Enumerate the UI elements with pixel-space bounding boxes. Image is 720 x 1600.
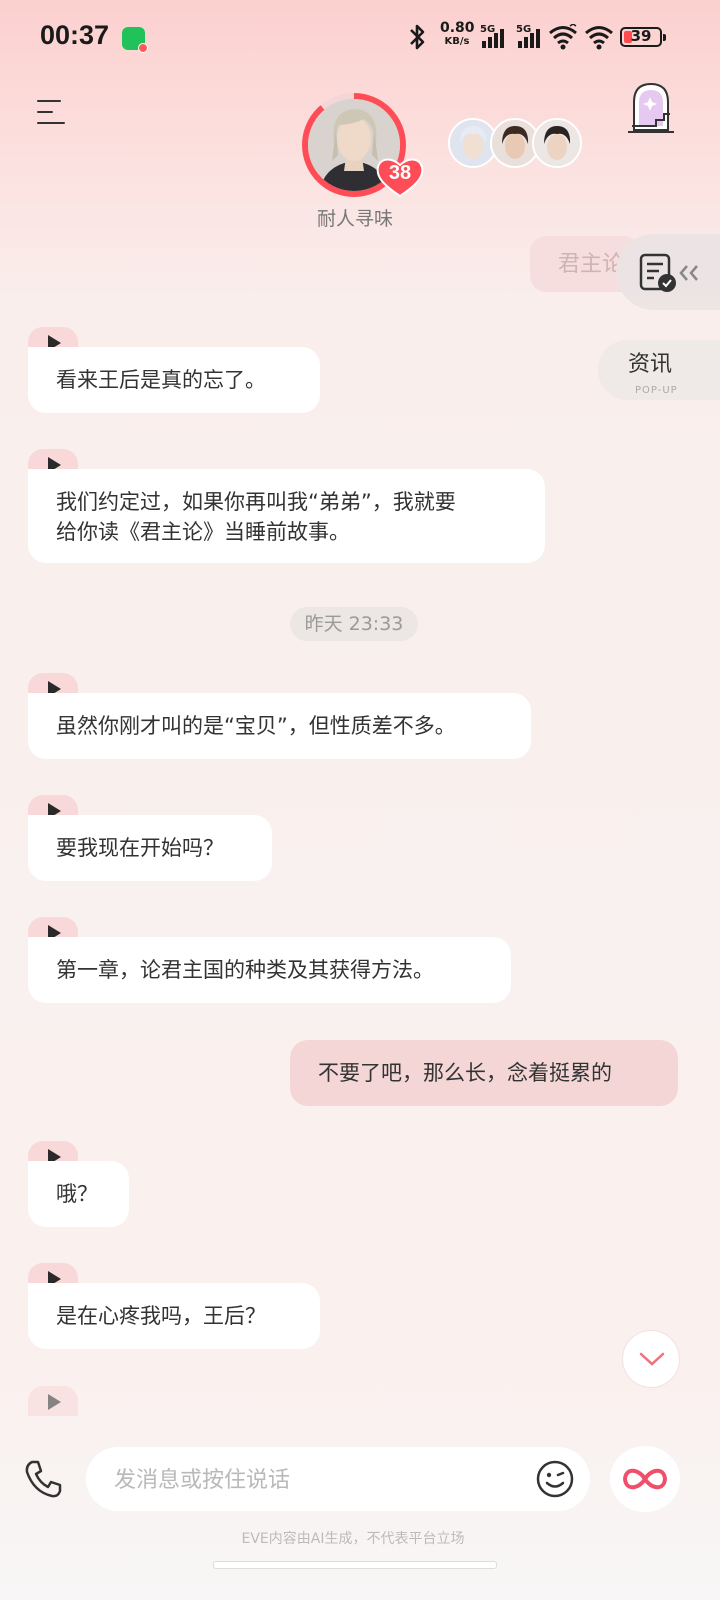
wifi-icon [585, 26, 613, 50]
castle-icon[interactable] [626, 80, 676, 134]
bluetooth-icon [410, 24, 425, 50]
notes-icon [639, 253, 676, 292]
companion-avatar[interactable] [532, 118, 582, 168]
status-time: 00:37 [40, 20, 110, 50]
wifi-icon [549, 24, 577, 50]
time-stamp: 昨天 23:33 [290, 607, 418, 641]
menu-icon[interactable] [37, 98, 67, 126]
affinity-level: 38 [388, 162, 412, 184]
sim1-label: 5G [480, 24, 496, 35]
signal-sim2-icon: 5G [516, 24, 548, 50]
bot-message-bubble: 是在心疼我吗，王后？ [28, 1283, 320, 1349]
character-name: 耐人寻味 [316, 208, 393, 230]
affinity-badge: 38 [376, 156, 424, 198]
wechat-icon [122, 27, 148, 53]
message-input-container[interactable] [86, 1447, 590, 1513]
bot-message-bubble: 虽然你刚才叫的是“宝贝”，但性质差不多。 [28, 693, 531, 759]
net-speed-value: 0.80 [440, 20, 475, 36]
emoji-icon[interactable] [534, 1458, 576, 1500]
net-speed-unit: KB/s [444, 36, 470, 47]
chevron-down-icon [639, 1352, 665, 1366]
bot-message-bubble: 看来王后是真的忘了。 [28, 347, 320, 413]
popup-sub-label: POP-UP [635, 385, 678, 396]
bot-message-bubble: 第一章，论君主国的种类及其获得方法。 [28, 937, 511, 1003]
infinity-icon [622, 1468, 668, 1490]
ai-disclaimer: EVE内容由AI生成，不代表平台立场 [241, 1531, 465, 1547]
bot-message-bubble: 要我现在开始吗？ [28, 815, 272, 881]
popup-label: 资讯 [628, 352, 673, 377]
partial-bubble-text: 君主论 [558, 252, 625, 277]
chevron-left-double-icon [679, 265, 698, 281]
battery-indicator: 39 [620, 27, 666, 47]
sim2-label: 5G [516, 24, 532, 35]
signal-sim1-icon: 5G [480, 24, 512, 50]
message-input[interactable] [112, 1447, 516, 1513]
network-speed: 0.80 KB/s [440, 20, 475, 48]
phone-icon[interactable] [22, 1458, 64, 1500]
news-popup-button[interactable]: 资讯 POP-UP [598, 340, 720, 400]
infinity-button[interactable] [610, 1446, 680, 1512]
user-message-bubble: 不要了吧，那么长，念着挺累的 [290, 1040, 678, 1106]
play-voice-button[interactable] [28, 1386, 78, 1416]
home-indicator[interactable] [213, 1561, 497, 1569]
bot-message-bubble: 我们约定过，如果你再叫我“弟弟”，我就要 给你读《君主论》当睡前故事。 [28, 469, 545, 563]
battery-level: 39 [630, 27, 652, 45]
bot-message-bubble: 哦？ [28, 1161, 129, 1227]
notes-tab[interactable] [616, 234, 720, 310]
scroll-to-bottom-button[interactable] [622, 1330, 680, 1388]
